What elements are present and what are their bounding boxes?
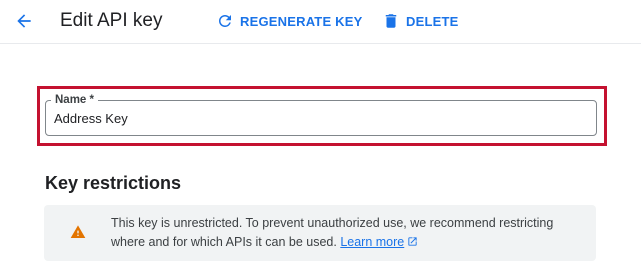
refresh-icon [216,12,234,30]
banner-line-2-text: where and for which APIs it can be used. [111,235,337,249]
page-title: Edit API key [60,10,163,31]
edit-api-key-page: Edit API key REGENERATE KEY DELETE Name … [0,0,641,274]
banner-line-1: This key is unrestricted. To prevent una… [111,216,554,230]
regenerate-key-label: REGENERATE KEY [240,13,363,29]
name-field-label: Name * [51,93,98,107]
learn-more-label: Learn more [340,235,405,249]
regenerate-key-button[interactable]: REGENERATE KEY [216,10,362,32]
banner-text: This key is unrestricted. To prevent una… [111,214,591,252]
unrestricted-warning-banner: This key is unrestricted. To prevent una… [44,205,596,261]
arrow-back-icon [17,14,31,28]
warning-icon [70,225,86,238]
delete-button[interactable]: DELETE [382,10,458,32]
name-input[interactable] [54,107,584,129]
name-field[interactable]: Name * [45,93,597,136]
open-in-new-icon [408,237,417,246]
key-restrictions-heading: Key restrictions [45,173,182,193]
learn-more-link[interactable]: Learn more [340,235,418,249]
banner-line-2: where and for which APIs it can be used.… [111,233,591,252]
page-header: Edit API key REGENERATE KEY DELETE [0,0,641,44]
trash-icon [382,12,400,30]
delete-label: DELETE [406,13,459,29]
back-button[interactable] [10,8,38,34]
